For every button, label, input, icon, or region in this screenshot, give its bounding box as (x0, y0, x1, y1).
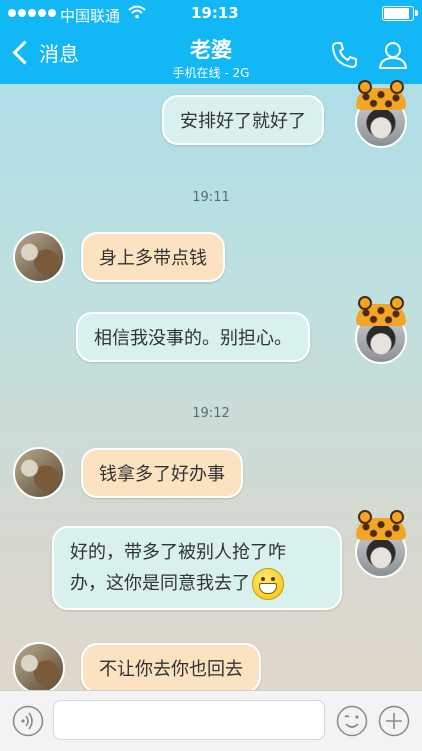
message-text: 办，这你是同意我去了 (70, 573, 250, 594)
battery-level (384, 8, 409, 19)
grin-emoji-icon (252, 568, 284, 600)
plus-icon[interactable] (378, 705, 410, 741)
message-bubble-outgoing[interactable]: 好的，带多了被别人抢了咋 办，这你是同意我去了 (52, 526, 342, 610)
phone-icon[interactable] (330, 40, 360, 74)
status-time: 19:13 (191, 4, 239, 22)
message-bubble-incoming[interactable]: 钱拿多了好办事 (81, 448, 243, 498)
contact-avatar[interactable] (13, 231, 65, 283)
message-bubble-outgoing[interactable]: 相信我没事的。别担心。 (76, 312, 310, 362)
tiger-hat-decoration (356, 296, 406, 326)
emoji-icon[interactable] (336, 705, 368, 741)
message-bubble-incoming[interactable]: 不让你去你也回去 (81, 643, 261, 693)
voice-icon[interactable] (12, 705, 44, 741)
message-input[interactable] (53, 700, 325, 740)
carrier-name: 中国联通 (60, 7, 121, 25)
profile-icon[interactable] (378, 40, 408, 74)
message-timestamp: 19:12 (192, 406, 230, 421)
message-bubble-incoming[interactable]: 身上多带点钱 (81, 232, 225, 282)
signal-strength-icon (8, 9, 56, 17)
tiger-hat-decoration (356, 510, 406, 540)
message-text-line: 办，这你是同意我去了 (70, 568, 324, 600)
message-timestamp: 19:11 (192, 190, 230, 205)
battery-icon (382, 6, 418, 21)
contact-avatar[interactable] (13, 642, 65, 694)
message-bubble-outgoing[interactable]: 安排好了就好了 (162, 95, 324, 145)
wifi-icon (128, 5, 146, 23)
message-text-line: 好的，带多了被别人抢了咋 (70, 542, 286, 563)
tiger-hat-decoration (356, 80, 406, 110)
status-bar: 中国联通 19:13 (0, 0, 422, 28)
input-bar (0, 690, 422, 751)
chat-header: 消息 老婆 手机在线 - 2G (0, 28, 422, 84)
contact-avatar[interactable] (13, 447, 65, 499)
